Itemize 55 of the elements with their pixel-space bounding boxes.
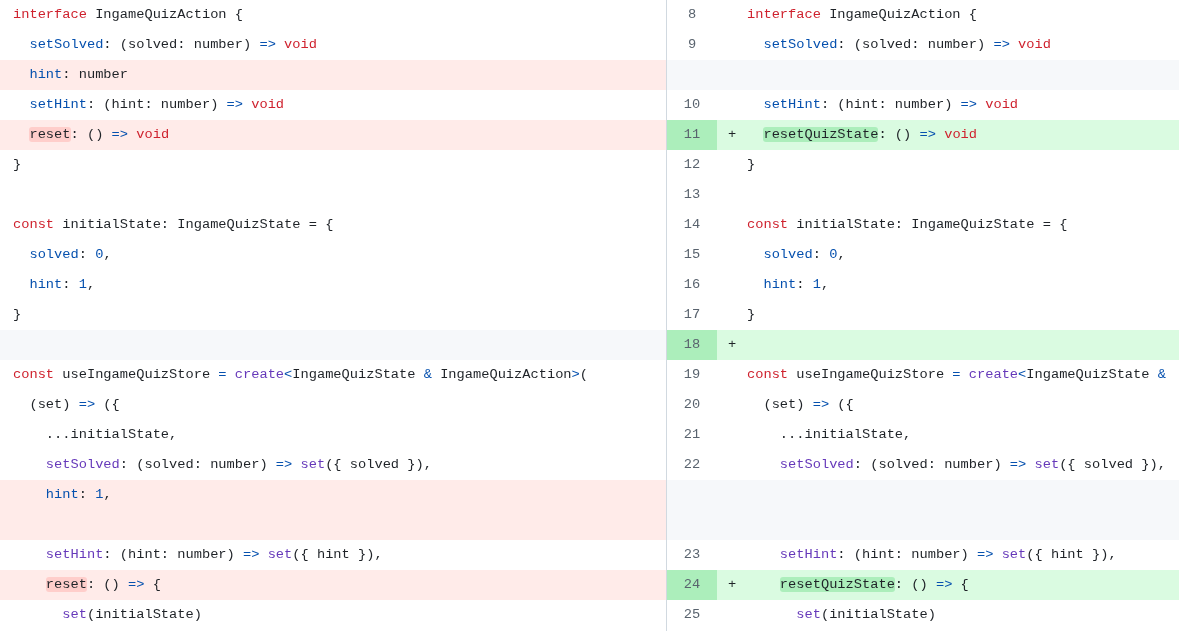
code-line: setHint: (hint: number) => void <box>28 96 285 114</box>
line-number: 14 <box>683 215 701 234</box>
line-number: 22 <box>683 455 701 474</box>
code-line: hint: 1, <box>44 486 112 504</box>
line-number: 16 <box>683 275 701 294</box>
line-number: 15 <box>683 245 701 264</box>
code-line: ...initialState, <box>778 426 912 444</box>
code-line: (set) => ({ <box>28 396 120 414</box>
code-line: setSolved: (solved: number) => set({ solved }), <box>778 456 1166 474</box>
line-number: 24 <box>683 575 701 594</box>
line-number: 8 <box>687 5 697 24</box>
line-number: 12 <box>683 155 701 174</box>
code-line: hint: 1, <box>28 276 96 294</box>
line-number: 11 <box>683 125 701 144</box>
code-line: const initialState: IngameQuizState = { <box>747 216 1068 234</box>
diff-marker: + <box>727 575 737 594</box>
code-line: setHint: (hint: number) => void <box>762 96 1019 114</box>
code-line: setHint: (hint: number) => set({ hint }), <box>778 546 1117 564</box>
diff-marker: + <box>727 125 737 144</box>
line-number: 25 <box>683 605 701 624</box>
code-line: (set) => ({ <box>762 396 854 414</box>
diff-marker: + <box>727 335 737 354</box>
code-line: setSolved: (solved: number) => set({ solved }), <box>44 456 432 474</box>
code-line: } <box>747 306 756 324</box>
line-number: 19 <box>683 365 701 384</box>
code-line: resetQuizState: () => void <box>762 126 978 144</box>
code-line: solved: 0, <box>762 246 846 264</box>
line-number: 17 <box>683 305 701 324</box>
line-number: 18 <box>683 335 701 354</box>
code-line: interface IngameQuizAction { <box>747 6 977 24</box>
line-number: 9 <box>687 35 697 54</box>
code-line: const useIngameQuizStore = create<IngameQuizState & <box>747 366 1166 384</box>
line-number: 13 <box>683 185 701 204</box>
code-line: hint: 1, <box>762 276 830 294</box>
code-line: } <box>747 156 756 174</box>
code-line: ...initialState, <box>44 426 178 444</box>
code-line: hint: number <box>28 66 128 84</box>
code-line: setSolved: (solved: number) => void <box>762 36 1051 54</box>
line-number: 23 <box>683 545 701 564</box>
code-line: const initialState: IngameQuizState = { <box>13 216 334 234</box>
code-line: } <box>13 306 22 324</box>
code-line: set(initialState) <box>61 606 202 624</box>
code-line: set(initialState) <box>795 606 936 624</box>
code-line: setHint: (hint: number) => set({ hint }), <box>44 546 383 564</box>
line-number: 21 <box>683 425 701 444</box>
code-line: resetQuizState: () => { <box>778 576 969 594</box>
code-line: solved: 0, <box>28 246 112 264</box>
code-line: reset: () => { <box>44 576 161 594</box>
line-number: 20 <box>683 395 701 414</box>
code-line: const useIngameQuizStore = create<IngameQuizState & IngameQuizAction>( <box>13 366 588 384</box>
code-line: } <box>13 156 22 174</box>
code-line: reset: () => void <box>28 126 170 144</box>
line-number: 10 <box>683 95 701 114</box>
code-line: interface IngameQuizAction { <box>13 6 243 24</box>
code-line: setSolved: (solved: number) => void <box>28 36 317 54</box>
